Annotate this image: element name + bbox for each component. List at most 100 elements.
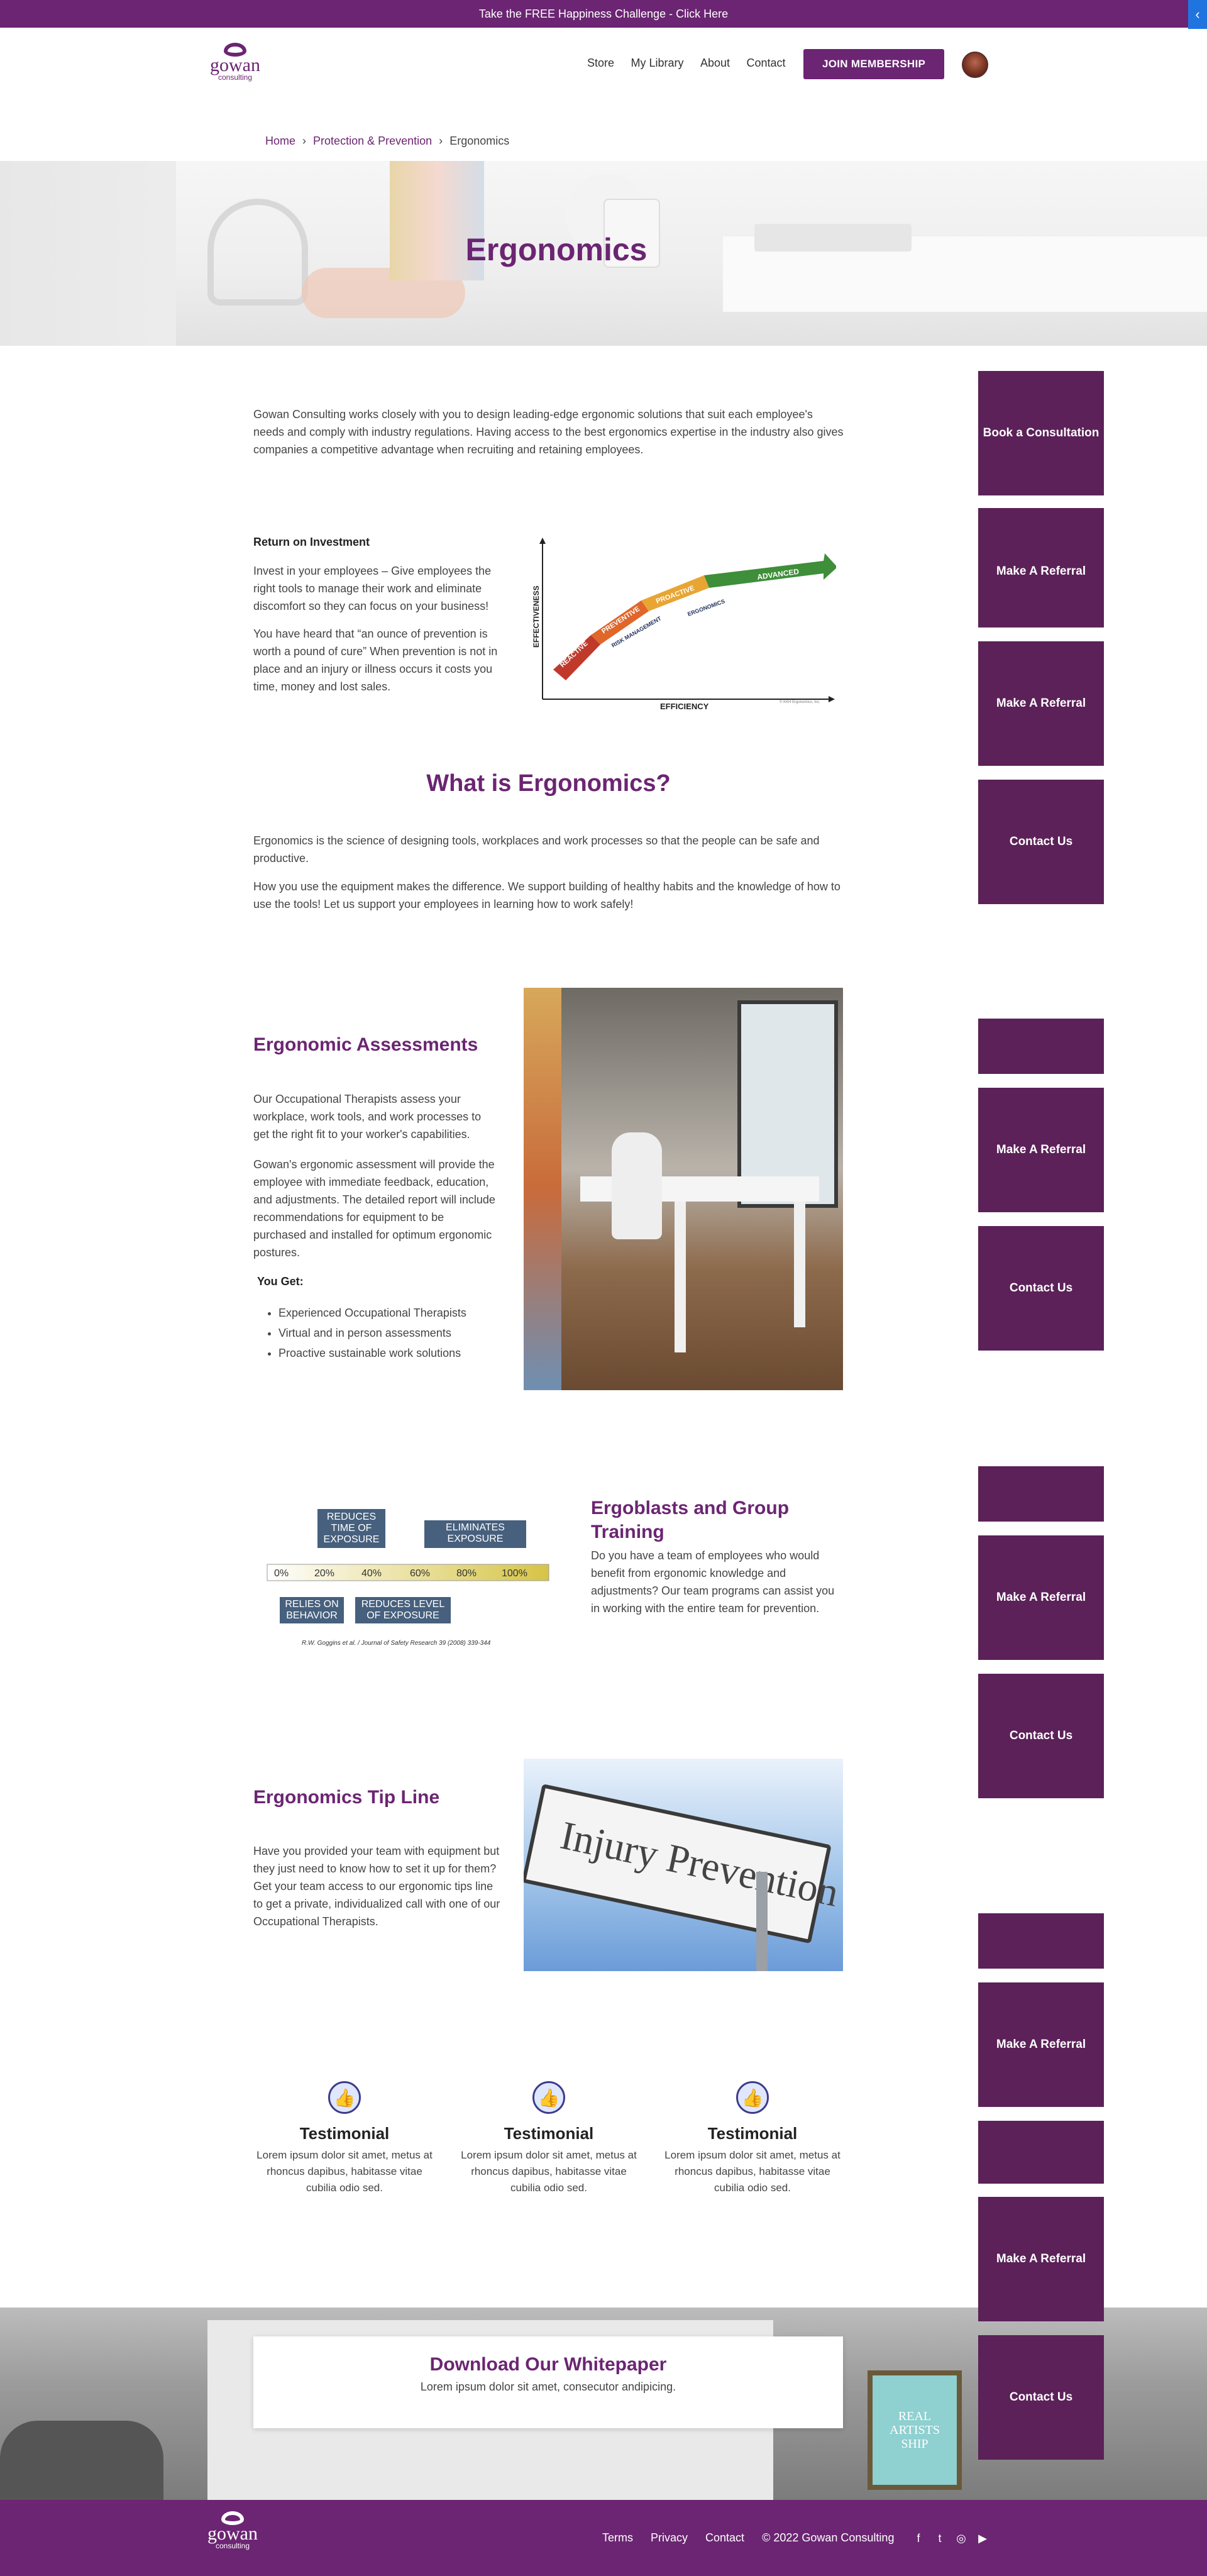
you-get-heading: You Get: — [257, 1275, 304, 1288]
stage-reactive-arrow — [553, 635, 600, 680]
make-referral-button[interactable]: Make A Referral — [978, 641, 1104, 766]
what-is-title: What is Ergonomics? — [426, 770, 671, 797]
what-is-paragraph-2: How you use the equipment makes the diff… — [253, 880, 840, 910]
announcement-bar[interactable]: Take the FREE Happiness Challenge - Clic… — [0, 0, 1207, 28]
nav-my-library[interactable]: My Library — [631, 57, 683, 69]
site-footer: gowan consulting Terms Privacy Contact ©… — [0, 2500, 1207, 2576]
tag-ergonomics: ERGONOMICS — [686, 598, 725, 617]
copyright-text: © 2022 Gowan Consulting — [762, 2531, 895, 2544]
youtube-icon[interactable]: ▶ — [976, 2531, 989, 2545]
sidebar-button-partial[interactable] — [978, 1019, 1104, 1074]
poster-text: ARTISTS — [890, 2423, 940, 2437]
hero-banner: Ergonomics — [0, 161, 1207, 346]
logo-mark-icon — [223, 43, 246, 57]
thumbs-up-icon: 👍 — [328, 2081, 361, 2114]
breadcrumb-current: Ergonomics — [449, 135, 510, 147]
make-referral-button[interactable]: Make A Referral — [978, 1982, 1104, 2107]
assessments-paragraph-2: Gowan's ergonomic assessment will provid… — [253, 1158, 495, 1259]
desk-leg-shape — [794, 1202, 805, 1327]
ergoblasts-title: Ergoblasts and Group Training — [591, 1498, 790, 1542]
scale-tick-label: 40% — [361, 1568, 382, 1579]
main-nav: Store My Library About Contact — [573, 57, 786, 70]
breadcrumb-separator: › — [302, 135, 307, 147]
sign-pole — [756, 1872, 768, 1971]
desk-leg-shape — [675, 1202, 686, 1352]
roi-paragraph-1: Invest in your employees – Give employee… — [253, 565, 492, 612]
tipline-title: Ergonomics Tip Line — [253, 1787, 440, 1808]
scale-tick-label: 0% — [274, 1568, 289, 1579]
side-panel-toggle[interactable]: ‹ — [1188, 0, 1207, 29]
breadcrumb-parent[interactable]: Protection & Prevention — [313, 135, 432, 147]
contact-us-button[interactable]: Contact Us — [978, 1226, 1104, 1351]
logo-name: gowan — [210, 55, 260, 75]
testimonial-text: Lorem ipsum dolor sit amet, metus at rho… — [461, 2149, 637, 2194]
make-referral-button[interactable]: Make A Referral — [978, 1535, 1104, 1660]
roi-diagram: EFFECTIVENESS EFFICIENCY © KKH Ergonomic… — [532, 538, 836, 711]
footer-logo[interactable]: gowan consulting — [207, 2511, 258, 2550]
footer-links: Terms Privacy Contact © 2022 Gowan Consu… — [602, 2531, 894, 2545]
tipline-text: Have you provided your team with equipme… — [253, 1845, 500, 1928]
testimonial-title: Testimonial — [299, 2124, 390, 2143]
testimonial-text: Lorem ipsum dolor sit amet, metus at rho… — [664, 2149, 840, 2194]
logo-tagline: consulting — [218, 73, 253, 82]
announcement-text[interactable]: Take the FREE Happiness Challenge - Clic… — [479, 8, 728, 21]
ergoblasts-text: Do you have a team of employees who woul… — [591, 1549, 835, 1615]
page-title: Ergonomics — [465, 232, 648, 267]
breadcrumb-home[interactable]: Home — [265, 135, 295, 147]
twitter-icon[interactable]: t — [933, 2531, 947, 2545]
assessments-paragraph-1: Our Occupational Therapists assess your … — [253, 1093, 482, 1141]
join-membership-button[interactable]: JOIN MEMBERSHIP — [803, 49, 945, 79]
nav-contact[interactable]: Contact — [746, 57, 785, 69]
injury-prevention-photo: Injury Prevention — [524, 1759, 843, 1971]
thumbs-up-icon: 👍 — [736, 2081, 769, 2114]
poster-shape — [524, 988, 561, 1390]
testimonial-card: 👍 Testimonial Lorem ipsum dolor sit amet… — [253, 2081, 436, 2196]
scale-tick-label: 20% — [314, 1568, 334, 1579]
contact-us-button[interactable]: Contact Us — [978, 2335, 1104, 2460]
roi-heading: Return on Investment — [253, 536, 370, 548]
office-chair-shape — [612, 1132, 662, 1239]
sidebar-button-partial[interactable] — [978, 1913, 1104, 1969]
diagram-citation: R.W. Goggins et al. / Journal of Safety … — [302, 1640, 491, 1647]
facebook-icon[interactable]: f — [912, 2531, 925, 2545]
nav-store[interactable]: Store — [587, 57, 614, 69]
testimonial-title: Testimonial — [504, 2124, 594, 2143]
make-referral-button[interactable]: Make A Referral — [978, 1088, 1104, 1212]
poster-text: REAL — [898, 2409, 932, 2423]
thumbs-up-icon: 👍 — [532, 2081, 565, 2114]
nav-about[interactable]: About — [700, 57, 730, 69]
scale-tick-label: 80% — [456, 1568, 477, 1579]
logo-tagline: consulting — [215, 2541, 250, 2550]
make-referral-button[interactable]: Make A Referral — [978, 508, 1104, 627]
sidebar-button-partial[interactable] — [978, 2121, 1104, 2184]
testimonial-title: Testimonial — [707, 2124, 798, 2143]
sign-text: Injury Prevention — [556, 1812, 843, 1915]
scale-tick-label: 60% — [410, 1568, 430, 1579]
list-item: Proactive sustainable work solutions — [278, 1343, 517, 1363]
sidebar-button-partial[interactable] — [978, 1466, 1104, 1522]
footer-link-terms[interactable]: Terms — [602, 2531, 633, 2545]
footer-link-privacy[interactable]: Privacy — [651, 2531, 688, 2545]
box-label: ELIMINATES EXPOSURE — [446, 1522, 505, 1544]
scale-tick-label: 100% — [502, 1568, 527, 1579]
box-label: REDUCES LEVEL OF EXPOSURE — [361, 1599, 445, 1621]
testimonial-card: 👍 Testimonial Lorem ipsum dolor sit amet… — [458, 2081, 640, 2196]
poster-text: SHIP — [901, 2437, 929, 2451]
make-referral-button[interactable]: Make A Referral — [978, 2197, 1104, 2321]
social-links: f t ◎ ▶ — [912, 2531, 989, 2545]
breadcrumb: Home › Protection & Prevention › Ergonom… — [265, 135, 509, 148]
site-logo[interactable]: gowan consulting — [210, 43, 260, 82]
chevron-left-icon: ‹ — [1195, 6, 1200, 22]
contact-us-button[interactable]: Contact Us — [978, 780, 1104, 904]
instagram-icon[interactable]: ◎ — [954, 2531, 968, 2545]
avatar[interactable] — [962, 52, 988, 78]
chair-shape — [0, 2421, 163, 2500]
poster-frame: REAL ARTISTS SHIP — [868, 2370, 962, 2490]
assessments-title: Ergonomic Assessments — [253, 1034, 478, 1055]
whitepaper-title[interactable]: Download Our Whitepaper — [253, 2354, 843, 2375]
footer-link-contact[interactable]: Contact — [705, 2531, 744, 2545]
contact-us-button[interactable]: Contact Us — [978, 1674, 1104, 1798]
book-consultation-button[interactable]: Book a Consultation — [978, 371, 1104, 495]
whitepaper-card[interactable]: Download Our Whitepaper Lorem ipsum dolo… — [253, 2336, 843, 2428]
list-item: Virtual and in person assessments — [278, 1323, 517, 1343]
